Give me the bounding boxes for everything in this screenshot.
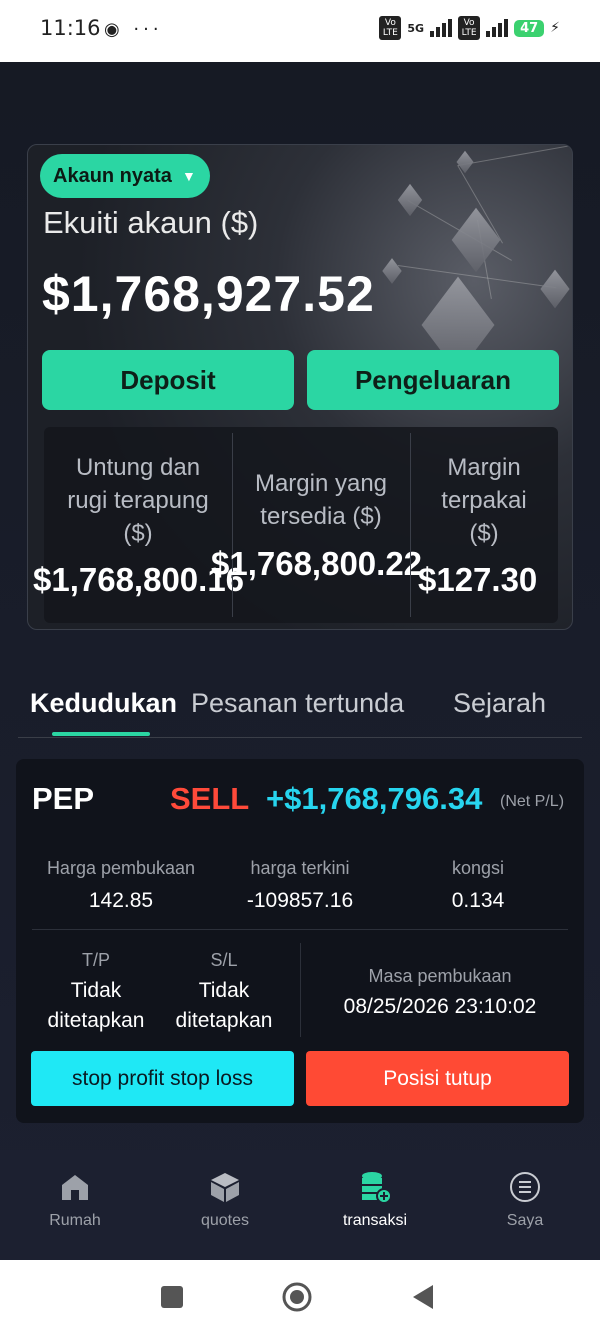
nav-profile[interactable]: Saya — [465, 1170, 585, 1230]
account-stats: Untung dan rugi terapung ($) $1,768,800.… — [33, 427, 558, 623]
share-value: 0.134 — [451, 889, 505, 912]
open-price-label: Harga pembukaan — [46, 858, 196, 878]
stat-label: Untung dan rugi terapung ($) — [67, 454, 209, 547]
back-triangle-icon — [413, 1285, 433, 1309]
square-icon — [161, 1286, 183, 1308]
status-time: 11:16 — [40, 16, 101, 40]
nav-quotes[interactable]: quotes — [165, 1170, 285, 1230]
decor-cube — [382, 258, 402, 284]
position-side: SELL — [170, 781, 250, 816]
chevron-down-icon: ▼ — [181, 168, 196, 184]
stat-value: $127.30 — [418, 561, 538, 598]
account-card: Akaun nyata ▼ Ekuiti akaun ($) $1,768,92… — [27, 144, 573, 630]
stat-label: Margin terpakai ($) — [441, 454, 527, 547]
status-bar: 11:16 ◉ ··· Vo LTE 5G Vo LTE 47 ⚡ — [0, 0, 600, 62]
divider — [300, 943, 301, 1037]
nav-home[interactable]: Rumah — [15, 1170, 135, 1230]
signal-icon — [430, 19, 453, 37]
nav-quotes-label: quotes — [200, 1212, 250, 1229]
volte-icon: Vo LTE — [379, 16, 402, 40]
stat-floating-pl: Untung dan rugi terapung ($) $1,768,800.… — [33, 427, 244, 623]
withdraw-button[interactable]: Pengeluaran — [307, 350, 559, 410]
battery-icon: 47 — [514, 19, 545, 37]
tab-pending-orders[interactable]: Pesanan tertunda — [191, 688, 404, 719]
account-type-label: Akaun nyata — [53, 164, 172, 187]
nav-transactions[interactable]: transaksi — [315, 1170, 435, 1230]
open-time-label: Masa pembukaan — [368, 966, 512, 986]
decor-cube — [397, 183, 423, 217]
decor-line — [458, 145, 572, 166]
back-button[interactable] — [406, 1280, 440, 1314]
active-tab-indicator — [52, 732, 150, 736]
main-content: Akaun nyata ▼ Ekuiti akaun ($) $1,768,92… — [0, 62, 600, 1260]
stat-used-margin: Margin terpakai ($) $127.30 — [410, 427, 558, 623]
stop-profit-stop-loss-button[interactable]: stop profit stop loss — [31, 1051, 294, 1106]
sl-label: S/L — [210, 950, 238, 970]
cube-icon — [211, 1173, 239, 1202]
network-5g-label: 5G — [407, 21, 425, 35]
circle-icon — [282, 1282, 312, 1312]
nav-profile-label: Saya — [506, 1212, 544, 1229]
equity-label: Ekuiti akaun ($) — [43, 205, 259, 240]
system-navigation-bar — [0, 1260, 600, 1333]
status-notification-icons: ◉ ··· — [104, 19, 163, 40]
open-time-value: 08/25/2026 23:10:02 — [343, 995, 537, 1018]
divider — [32, 929, 568, 930]
sl-value: Tidak — [198, 979, 250, 1002]
bottom-nav: Rumah quotes transaksi Saya — [0, 1150, 600, 1260]
tp-value: ditetapkan — [47, 1009, 145, 1032]
sl-value: ditetapkan — [175, 1009, 273, 1032]
stat-available-margin: Margin yang tersedia ($) $1,768,800.22 — [211, 427, 422, 623]
current-price-label: harga terkini — [250, 858, 350, 878]
nav-home-label: Rumah — [49, 1212, 101, 1229]
close-position-button[interactable]: Posisi tutup — [306, 1051, 569, 1106]
tab-history[interactable]: Sejarah — [453, 688, 546, 719]
position-tabs: Kedudukan Pesanan tertunda Sejarah — [18, 682, 582, 738]
stat-label: Margin yang tersedia ($) — [254, 470, 388, 530]
deposit-button[interactable]: Deposit — [42, 350, 294, 410]
tp-label: T/P — [81, 950, 110, 970]
tp-value: Tidak — [70, 979, 122, 1002]
charging-icon: ⚡ — [550, 20, 560, 36]
volte-icon-2: Vo LTE — [458, 16, 481, 40]
stat-value: $1,768,800.22 — [211, 545, 423, 582]
position-net-pl: +$1,768,796.34 — [266, 781, 483, 816]
recent-apps-button[interactable] — [155, 1280, 189, 1314]
nav-transactions-label: transaksi — [342, 1212, 408, 1229]
net-pl-suffix: (Net P/L) — [500, 793, 565, 810]
menu-icon — [510, 1172, 540, 1202]
decor-cube — [451, 207, 501, 273]
position-symbol: PEP — [32, 781, 95, 816]
account-type-dropdown[interactable]: Akaun nyata ▼ — [40, 154, 210, 198]
share-label: kongsi — [451, 858, 505, 878]
current-price-value: -109857.16 — [246, 889, 354, 912]
decor-cube — [540, 269, 570, 309]
tab-positions[interactable]: Kedudukan — [30, 688, 177, 719]
status-right-icons: Vo LTE 5G Vo LTE 47 ⚡ — [379, 16, 560, 40]
home-button[interactable] — [280, 1280, 314, 1314]
signal-icon-2 — [486, 19, 509, 37]
coins-icon — [362, 1172, 392, 1204]
home-icon — [62, 1175, 88, 1200]
equity-value: $1,768,927.52 — [42, 266, 375, 322]
open-price-value: 142.85 — [88, 889, 154, 912]
position-card: PEP SELL +$1,768,796.34 (Net P/L) Harga … — [16, 759, 584, 1123]
